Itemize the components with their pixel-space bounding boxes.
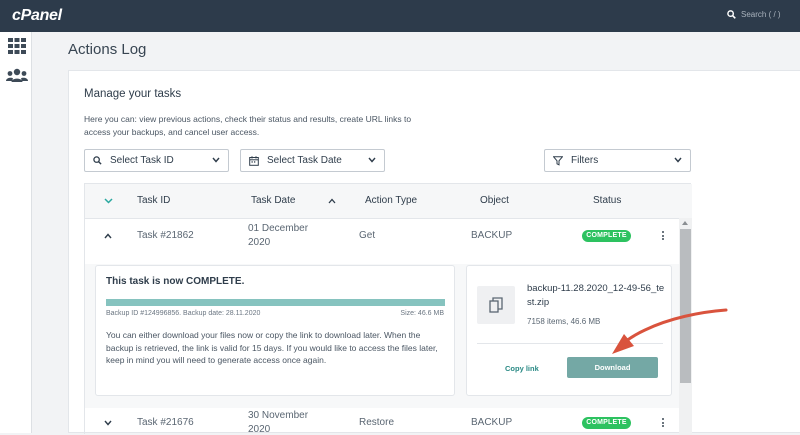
status-badge: COMPLETE xyxy=(582,230,631,242)
column-header-action-type[interactable]: Action Type xyxy=(365,195,417,206)
scroll-up-icon[interactable] xyxy=(682,221,688,225)
more-options-icon[interactable] xyxy=(662,231,664,242)
task-date-year-cell: 2020 xyxy=(248,424,271,435)
sort-ascending-icon[interactable] xyxy=(328,198,336,204)
filters-select[interactable]: Filters xyxy=(544,149,691,172)
copy-file-icon xyxy=(489,297,503,313)
chevron-down-icon xyxy=(368,157,376,163)
chevron-down-icon[interactable] xyxy=(104,198,113,204)
download-button[interactable]: Download xyxy=(567,357,658,378)
top-bar: cPanel Search ( / ) xyxy=(0,0,800,32)
table-header: Task ID Task Date Action Type Object Sta… xyxy=(85,184,692,219)
task-date-year-cell: 2020 xyxy=(248,237,271,248)
table-scrollbar[interactable] xyxy=(679,218,692,435)
more-options-icon[interactable] xyxy=(662,418,664,429)
file-info: 7158 items, 46.6 MB xyxy=(527,317,601,326)
column-header-task-date[interactable]: Task Date xyxy=(251,195,295,206)
chevron-up-icon[interactable] xyxy=(104,233,112,239)
panel-description: Here you can: view previous actions, che… xyxy=(84,114,412,137)
search-icon xyxy=(727,10,736,19)
cpanel-logo[interactable]: cPanel xyxy=(12,7,62,25)
task-id-select-label: Select Task ID xyxy=(110,155,174,166)
column-header-status[interactable]: Status xyxy=(593,195,621,206)
chevron-down-icon[interactable] xyxy=(104,420,112,426)
download-instructions: You can either download your files now o… xyxy=(106,330,438,366)
object-cell: BACKUP xyxy=(471,417,513,428)
column-header-task-id[interactable]: Task ID xyxy=(137,195,170,206)
task-date-cell: 01 December xyxy=(248,223,309,234)
search-input[interactable]: Search ( / ) xyxy=(741,10,781,19)
progress-fill xyxy=(106,299,445,306)
column-header-object[interactable]: Object xyxy=(480,195,509,206)
filter-icon xyxy=(553,155,563,166)
grid-icon[interactable] xyxy=(8,38,26,54)
action-type-cell: Restore xyxy=(359,417,395,428)
backup-size: Size: 46.6 MB xyxy=(400,310,444,317)
calendar-icon xyxy=(249,155,259,166)
complete-title: This task is now COMPLETE. xyxy=(106,276,245,287)
task-id-select[interactable]: Select Task ID xyxy=(84,149,229,172)
file-thumbnail xyxy=(477,286,515,324)
task-date-cell: 30 November xyxy=(248,410,309,421)
task-details: This task is now COMPLETE. Backup ID #12… xyxy=(85,264,679,408)
copy-link-button[interactable]: Copy link xyxy=(505,364,539,373)
panel-heading: Manage your tasks xyxy=(84,88,182,100)
chevron-down-icon xyxy=(674,157,682,163)
search-icon xyxy=(93,156,102,165)
tasks-table: Task ID Task Date Action Type Object Sta… xyxy=(84,183,692,435)
search-box[interactable]: Search ( / ) xyxy=(727,10,781,19)
users-icon[interactable] xyxy=(6,68,28,82)
task-id-cell: Task #21676 xyxy=(137,417,194,428)
task-date-select-label: Select Task Date xyxy=(267,155,342,166)
file-name: backup-11.28.2020_12-49-56_test.zip xyxy=(527,283,665,308)
object-cell: BACKUP xyxy=(471,230,513,241)
backup-meta: Backup ID #124996856. Backup date: 28.11… xyxy=(106,310,261,317)
progress-bar xyxy=(106,299,445,306)
sidebar xyxy=(0,32,32,433)
page-title: Actions Log xyxy=(68,41,147,58)
file-card: backup-11.28.2020_12-49-56_test.zip 7158… xyxy=(466,265,672,396)
status-badge: COMPLETE xyxy=(582,417,631,429)
scrollbar-thumb[interactable] xyxy=(680,229,691,383)
action-type-cell: Get xyxy=(359,230,376,241)
card-divider xyxy=(477,343,663,344)
filters-select-label: Filters xyxy=(571,155,599,166)
task-id-cell: Task #21862 xyxy=(137,230,194,241)
tasks-panel: Manage your tasks Here you can: view pre… xyxy=(68,70,800,435)
task-date-select[interactable]: Select Task Date xyxy=(240,149,385,172)
chevron-down-icon xyxy=(212,157,220,163)
task-status-card: This task is now COMPLETE. Backup ID #12… xyxy=(95,265,455,396)
